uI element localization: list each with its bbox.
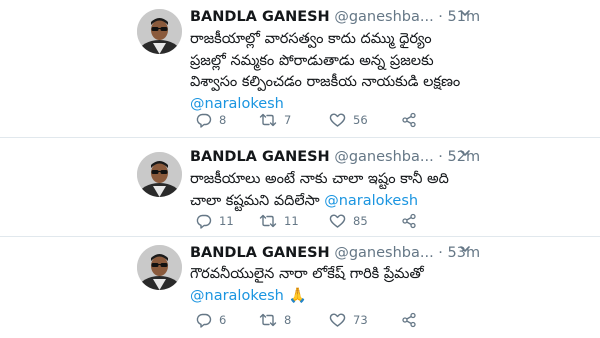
avatar-photo-icon (137, 245, 182, 290)
like-button[interactable]: 73 (329, 311, 368, 329)
reply-icon (196, 214, 212, 229)
avatar[interactable] (137, 245, 182, 290)
tweet[interactable]: BANDLA GANESH @ganeshba... · 52m రాజకీయా… (0, 138, 600, 237)
avatar-photo-icon (137, 9, 182, 54)
tweet-text-line: ప్రజల్లో నమ్మకం పోరాడుతాడు అన్న ప్రజలకు (190, 52, 434, 69)
separator-dot: · (438, 245, 443, 261)
retweet-button[interactable]: 7 (259, 111, 291, 129)
author-handle[interactable]: @ganeshba... (334, 9, 433, 25)
reply-icon (196, 313, 212, 328)
tweet[interactable]: BANDLA GANESH @ganeshba... · 53m గౌరవనీయ… (0, 237, 600, 338)
retweet-count: 8 (284, 313, 292, 327)
tweet-actions: 11 11 85 (196, 212, 476, 230)
like-count: 73 (353, 313, 368, 327)
retweet-icon (259, 313, 277, 327)
tweet-text-line: చాలా కష్టమని వదిలేసా (190, 192, 325, 209)
reply-count: 6 (219, 313, 227, 327)
heart-icon (329, 313, 346, 327)
avatar-photo-icon (137, 152, 182, 197)
like-button[interactable]: 56 (329, 111, 368, 129)
like-count: 56 (353, 113, 368, 127)
reply-icon (196, 113, 212, 128)
author-handle[interactable]: @ganeshba... (334, 245, 433, 261)
heart-icon (329, 113, 346, 127)
tweet-actions: 8 7 56 (196, 111, 476, 129)
tweet-text: గౌరవనీయులైన నారా లోకేష్ గారికి ప్రేమతో @… (190, 264, 475, 307)
separator-dot: · (438, 149, 443, 165)
share-button[interactable] (401, 212, 424, 230)
chevron-down-icon[interactable] (458, 146, 472, 160)
tweet-text: రాజకీయాలు అంటే నాకు చాలా ఇష్టం కానీ అది … (190, 169, 475, 212)
share-icon (402, 213, 416, 229)
tweet-actions: 6 8 73 (196, 311, 476, 329)
avatar[interactable] (137, 9, 182, 54)
tweet-header: BANDLA GANESH @ganeshba... · 53m (190, 242, 490, 264)
tweet-header: BANDLA GANESH @ganeshba... · 52m (190, 146, 490, 168)
tweet[interactable]: BANDLA GANESH @ganeshba... · 51m రాజకీయా… (0, 0, 600, 138)
folded-hands-emoji: 🙏 (288, 287, 307, 304)
like-count: 85 (353, 214, 368, 228)
retweet-button[interactable]: 8 (259, 311, 291, 329)
author-name[interactable]: BANDLA GANESH (190, 149, 330, 165)
mention-link[interactable]: @naralokesh (190, 288, 284, 304)
author-name[interactable]: BANDLA GANESH (190, 245, 330, 261)
share-icon (402, 112, 416, 128)
mention-link[interactable]: @naralokesh (190, 96, 284, 112)
tweet-text-line: రాజకీయాలు అంటే నాకు చాలా ఇష్టం కానీ అది (190, 171, 449, 187)
reply-button[interactable]: 8 (196, 111, 226, 129)
tweet-text: రాజకీయాల్లో వారసత్వం కాదు దమ్ము ధైర్యం ప… (190, 29, 475, 115)
mention-link[interactable]: @naralokesh (324, 193, 418, 209)
heart-icon (329, 214, 346, 228)
like-button[interactable]: 85 (329, 212, 368, 230)
tweet-header: BANDLA GANESH @ganeshba... · 51m (190, 6, 490, 28)
reply-button[interactable]: 6 (196, 311, 226, 329)
chevron-down-icon[interactable] (458, 242, 472, 256)
share-button[interactable] (401, 111, 424, 129)
retweet-button[interactable]: 11 (259, 212, 299, 230)
author-handle[interactable]: @ganeshba... (334, 149, 433, 165)
reply-button[interactable]: 11 (196, 212, 234, 230)
avatar[interactable] (137, 152, 182, 197)
retweet-count: 11 (284, 214, 299, 228)
retweet-icon (259, 214, 277, 228)
share-icon (402, 312, 416, 328)
reply-count: 8 (219, 113, 227, 127)
tweet-text-line: రాజకీయాల్లో వారసత్వం కాదు దమ్ము ధైర్యం (190, 31, 432, 47)
retweet-count: 7 (284, 113, 292, 127)
author-name[interactable]: BANDLA GANESH (190, 9, 330, 25)
share-button[interactable] (401, 311, 424, 329)
retweet-icon (259, 113, 277, 127)
separator-dot: · (438, 9, 443, 25)
tweet-text-line: గౌరవనీయులైన నారా లోకేష్ గారికి ప్రేమతో (190, 266, 424, 282)
chevron-down-icon[interactable] (458, 6, 472, 20)
reply-count: 11 (219, 214, 234, 228)
tweet-text-line: విశ్వాసం కల్పించడం రాజకీయ నాయకుడి లక్షణం (190, 74, 461, 90)
